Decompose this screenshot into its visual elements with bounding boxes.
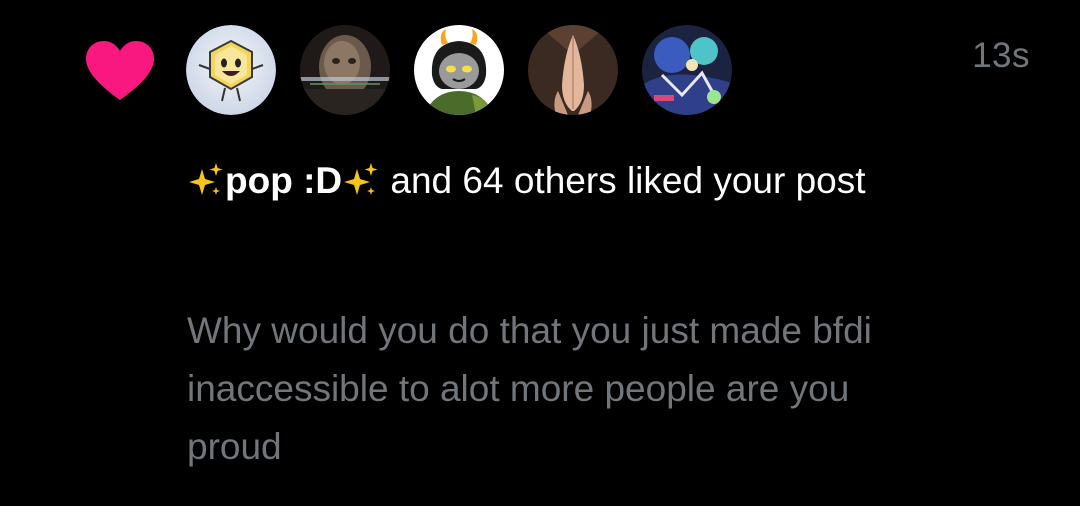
avatar-colorful-art[interactable]	[642, 25, 732, 115]
like-notification[interactable]: 13s pop :D and 64 others liked your post…	[0, 0, 1080, 506]
liker-avatars	[186, 25, 732, 117]
heart-icon	[84, 40, 156, 102]
post-preview[interactable]: Why would you do that you just made bfdi…	[187, 302, 947, 476]
avatar-anime-character[interactable]	[414, 25, 504, 115]
avatar-cartoon-character[interactable]	[186, 25, 276, 115]
sparkles-icon	[187, 161, 225, 199]
actor-name[interactable]: pop :D	[225, 160, 342, 201]
avatar-glitched-photo[interactable]	[300, 25, 390, 115]
like-summary: pop :D and 64 others liked your post	[187, 152, 947, 209]
avatar-praying-hands[interactable]	[528, 25, 618, 115]
timestamp: 13s	[972, 36, 1030, 75]
sparkles-icon	[342, 161, 380, 199]
action-text: and 64 others liked your post	[380, 160, 866, 201]
